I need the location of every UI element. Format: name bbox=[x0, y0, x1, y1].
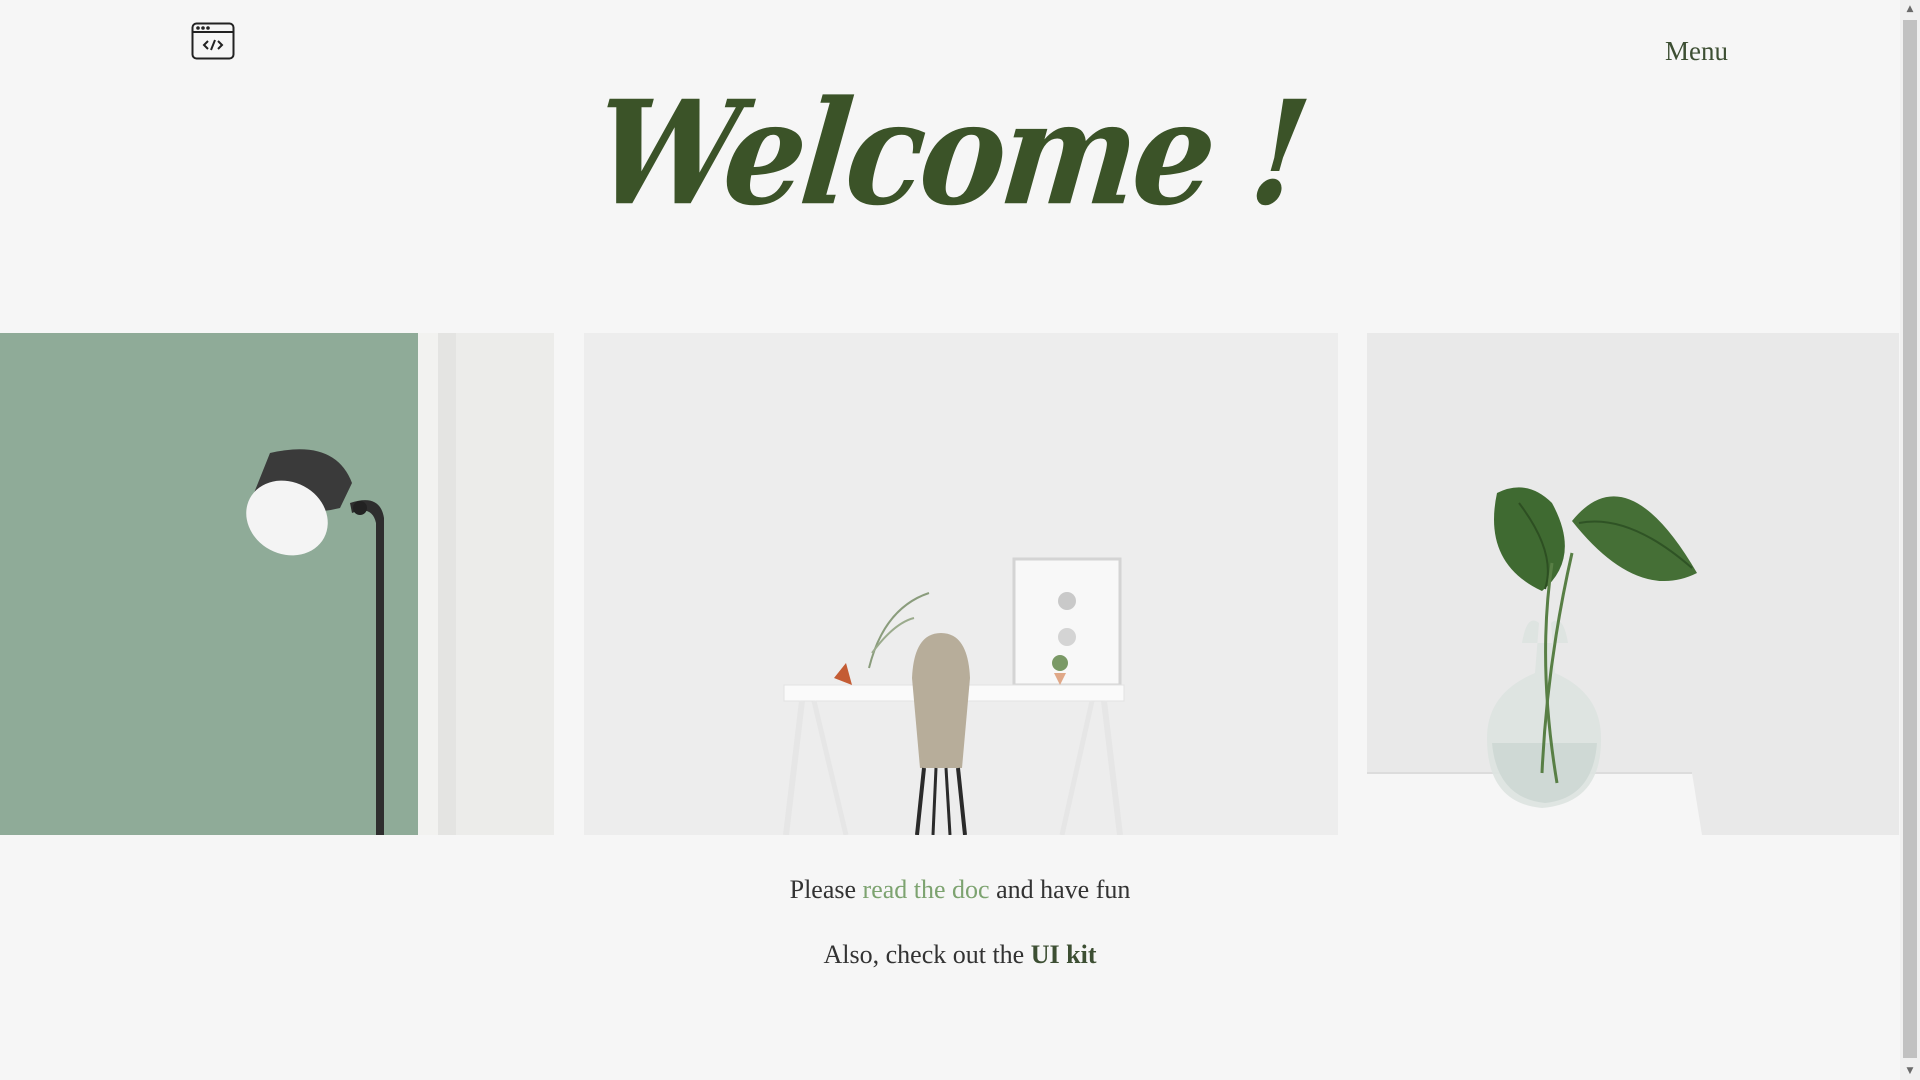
gallery-image-lamp bbox=[0, 333, 554, 835]
doc-message-prefix: Please bbox=[789, 875, 863, 904]
doc-message: Please read the doc and have fun bbox=[0, 875, 1920, 905]
gallery-image-desk bbox=[584, 333, 1338, 835]
scrollbar-thumb[interactable] bbox=[1903, 20, 1917, 1058]
ui-kit-message: Also, check out the UI kit bbox=[0, 940, 1920, 970]
browser-code-icon[interactable] bbox=[191, 22, 235, 60]
ui-kit-message-prefix: Also, check out the bbox=[823, 940, 1031, 969]
ui-kit-link[interactable]: UI kit bbox=[1031, 940, 1097, 969]
gallery-image-plant bbox=[1367, 333, 1899, 835]
hero-title: Welcome ! bbox=[587, 70, 1313, 238]
image-gallery bbox=[0, 333, 1899, 835]
menu-button[interactable]: Menu bbox=[1665, 36, 1728, 67]
arrow-down-icon[interactable]: ▼ bbox=[1900, 1062, 1920, 1080]
arrow-up-icon[interactable]: ▲ bbox=[1900, 0, 1920, 18]
read-the-doc-link[interactable]: read the doc bbox=[863, 875, 990, 904]
page: Menu Welcome ! Please read the doc and h… bbox=[0, 0, 1920, 1080]
vertical-scrollbar[interactable]: ▲ ▼ bbox=[1900, 0, 1920, 1080]
doc-message-suffix: and have fun bbox=[989, 875, 1131, 904]
